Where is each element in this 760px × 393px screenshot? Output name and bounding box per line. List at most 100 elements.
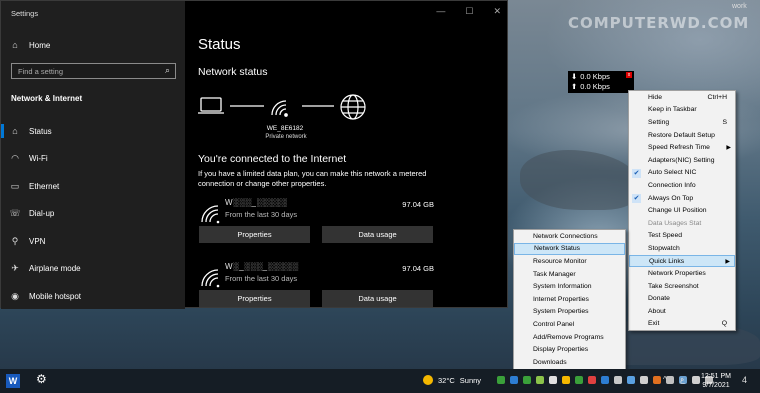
data-usage-button[interactable]: Data usage: [322, 290, 433, 307]
menu-item-speed-refresh-time[interactable]: Speed Refresh Time ▶: [629, 141, 735, 154]
menu-item-label: System Properties: [533, 308, 589, 316]
close-icon[interactable]: x: [626, 72, 632, 78]
menu-item-exit[interactable]: Exit Q: [629, 318, 735, 331]
menu-item-label: Speed Refresh Time: [648, 144, 710, 152]
sidebar-item-wi-fi[interactable]: ◠ Wi-Fi: [1, 148, 185, 170]
close-button[interactable]: ✕: [493, 6, 501, 17]
menu-item-add-remove-programs[interactable]: Add/Remove Programs: [514, 331, 625, 344]
sidebar-item-mobile-hotspot[interactable]: ◉ Mobile hotspot: [1, 285, 185, 307]
menu-item-resource-monitor[interactable]: Resource Monitor: [514, 255, 625, 268]
clock[interactable]: 12:51 PM 9/7/2021: [694, 372, 738, 390]
window-controls: — ☐ ✕: [436, 6, 501, 17]
sidebar-item-vpn[interactable]: ⚲ VPN: [1, 230, 185, 252]
search-placeholder: Find a setting: [18, 66, 64, 76]
sidebar-item-label: Airplane mode: [29, 264, 81, 273]
speed-meter-widget[interactable]: ⬇ 0.0 Kbps ⬆ 0.0 Kbps x: [568, 71, 634, 93]
menu-item-network-properties[interactable]: Network Properties: [629, 267, 735, 280]
menu-item-take-screenshot[interactable]: Take Screenshot: [629, 280, 735, 293]
network-ssid: WE_8E6182: [266, 125, 304, 132]
menu-item-network-connections[interactable]: Network Connections: [514, 230, 625, 243]
menu-item-label: System Information: [533, 283, 592, 291]
menu-item-control-panel[interactable]: Control Panel: [514, 318, 625, 331]
menu-item-downloads[interactable]: Downloads: [514, 356, 625, 369]
vpn-icon: ⚲: [11, 235, 19, 246]
upload-arrow-icon: ⬆: [571, 82, 578, 91]
data-size: 97.04 GB: [402, 200, 434, 209]
language-indicator[interactable]: ع: [680, 375, 685, 384]
menu-item-connection-info[interactable]: Connection Info: [629, 179, 735, 192]
data-size: 97.04 GB: [402, 264, 434, 273]
clock-time: 12:51 PM: [701, 373, 731, 380]
menu-item-label: Control Panel: [533, 320, 575, 328]
menu-item-label: Resource Monitor: [533, 257, 587, 265]
menu-item-network-status[interactable]: Network Status: [514, 242, 625, 256]
desktop-label: work: [732, 3, 747, 10]
sidebar-item-status[interactable]: ⌂ Status: [1, 120, 185, 142]
menu-item-hide[interactable]: Hide Ctrl+H: [629, 91, 735, 104]
properties-button[interactable]: Properties: [199, 290, 310, 307]
wifi-signal-icon: [271, 100, 288, 117]
menu-item-label: Network Connections: [533, 232, 598, 240]
notification-center-icon[interactable]: 4: [742, 375, 747, 385]
sidebar-item-label: Status: [29, 126, 52, 136]
tray-app-icon[interactable]: [640, 376, 648, 384]
menu-item-keep-in-taskbar[interactable]: Keep in Taskbar: [629, 104, 735, 117]
menu-item-display-properties[interactable]: Display Properties: [514, 343, 625, 356]
menu-item-setting[interactable]: Setting S: [629, 116, 735, 129]
menu-item-adapters-nic-setting[interactable]: Adapters(NIC) Setting: [629, 154, 735, 167]
settings-gear-icon[interactable]: ⚙: [36, 372, 47, 386]
sidebar-item-ethernet[interactable]: ▭ Ethernet: [1, 175, 185, 197]
menu-item-donate[interactable]: Donate: [629, 293, 735, 306]
tray-app-icon[interactable]: [536, 376, 544, 384]
menu-item-internet-properties[interactable]: Internet Properties: [514, 293, 625, 306]
menu-item-test-speed[interactable]: Test Speed: [629, 230, 735, 243]
menu-item-task-manager[interactable]: Task Manager: [514, 268, 625, 281]
menu-item-label: Internet Properties: [533, 295, 589, 303]
menu-item-data-usages-stat[interactable]: Data Usages Stat: [629, 217, 735, 230]
window-title: Settings: [11, 9, 39, 18]
weather-widget[interactable]: 32°C Sunny: [423, 375, 481, 385]
menu-item-about[interactable]: About: [629, 305, 735, 318]
quick-links-submenu: Network Connections Network Status Resourc…: [513, 229, 626, 370]
maximize-button[interactable]: ☐: [465, 6, 473, 17]
menu-item-label: Task Manager: [533, 270, 576, 278]
globe-icon: [340, 94, 366, 120]
tray-app-icon[interactable]: [523, 376, 531, 384]
menu-item-system-properties[interactable]: System Properties: [514, 306, 625, 319]
search-input[interactable]: Find a setting ⌕: [11, 63, 176, 79]
tray-overflow-icon[interactable]: ^: [663, 375, 667, 384]
menu-item-auto-select-nic[interactable]: ✔ Auto Select NIC: [629, 167, 735, 180]
menu-shortcut: S: [722, 118, 727, 126]
word-app-icon[interactable]: W: [6, 374, 20, 388]
tray-app-icon[interactable]: [497, 376, 505, 384]
limited-plan-text: If you have a limited data plan, you can…: [198, 169, 427, 188]
sidebar-item-dial-up[interactable]: ☏ Dial-up: [1, 203, 185, 225]
sidebar-item-home[interactable]: ⌂ Home: [1, 34, 185, 56]
tray-app-icon[interactable]: [614, 376, 622, 384]
tray-app-icon[interactable]: [562, 376, 570, 384]
menu-item-restore-default-setup[interactable]: Restore Default Setup: [629, 129, 735, 142]
download-speed: ⬇ 0.0 Kbps: [571, 72, 610, 81]
menu-item-always-on-top[interactable]: ✔ Always On Top: [629, 192, 735, 205]
data-usage-button[interactable]: Data usage: [322, 226, 433, 243]
minimize-button[interactable]: —: [436, 6, 445, 17]
menu-item-quick-links[interactable]: Quick Links ▶: [629, 254, 735, 268]
tray-app-icon[interactable]: [588, 376, 596, 384]
tray-app-icon[interactable]: [549, 376, 557, 384]
wifi-icon: [201, 269, 220, 288]
tray-app-icon[interactable]: [575, 376, 583, 384]
tray-app-icon[interactable]: [510, 376, 518, 384]
menu-item-stopwatch[interactable]: Stopwatch: [629, 242, 735, 255]
tray-app-icon[interactable]: [666, 376, 674, 384]
tray-app-icon[interactable]: [627, 376, 635, 384]
connection-name: W░_░░░_░░░░░: [225, 262, 299, 271]
status-page: — ☐ ✕ Status Network status WE_8E6182 Pr…: [185, 1, 509, 309]
submenu-arrow-icon: ▶: [725, 258, 730, 265]
menu-item-change-ui-position[interactable]: Change UI Position: [629, 204, 735, 217]
sidebar-item-airplane-mode[interactable]: ✈ Airplane mode: [1, 258, 185, 280]
tray-app-icon[interactable]: [653, 376, 661, 384]
properties-button[interactable]: Properties: [199, 226, 310, 243]
tray-app-icon[interactable]: [601, 376, 609, 384]
menu-item-system-information[interactable]: System Information: [514, 280, 625, 293]
phone-icon: ☏: [9, 208, 21, 218]
